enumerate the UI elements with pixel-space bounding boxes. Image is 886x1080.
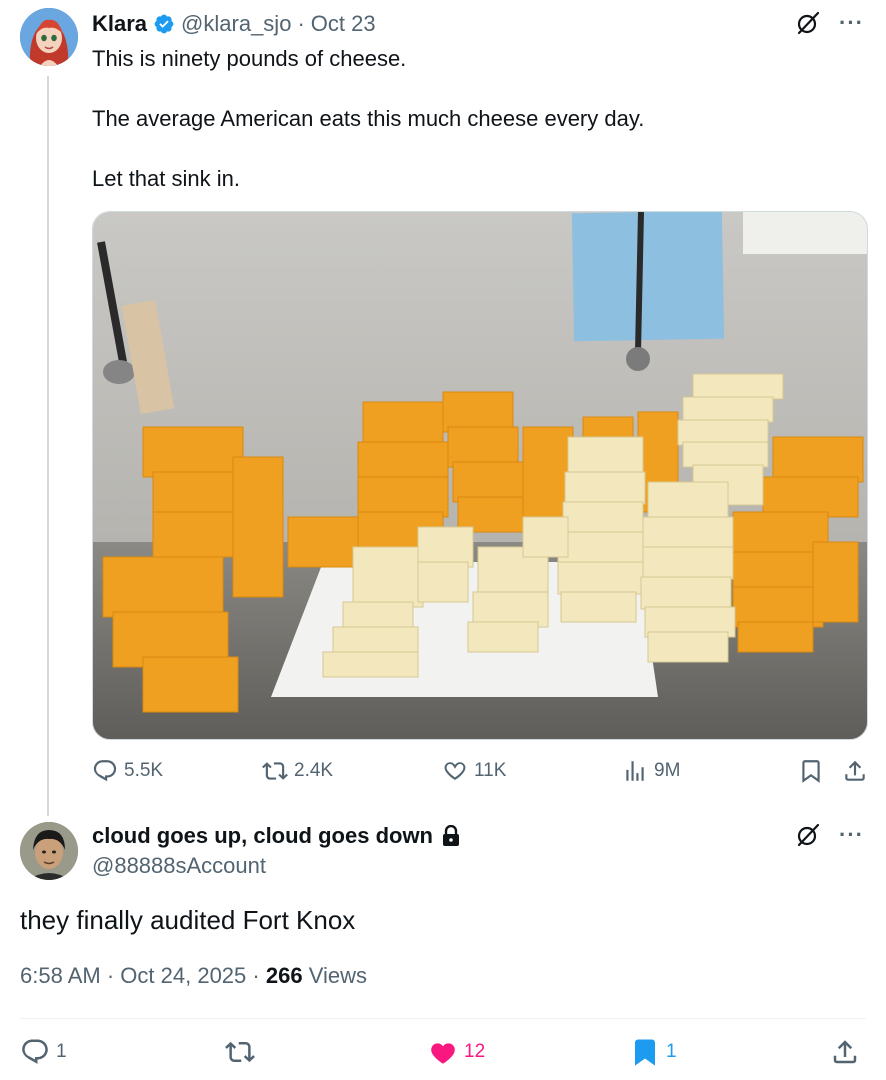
like-button[interactable]: 11K: [442, 758, 506, 784]
reply-text: they finally audited Fort Knox: [20, 905, 356, 935]
bookmark-button[interactable]: 1: [630, 1037, 677, 1067]
tweet-top-actions: ···: [795, 10, 864, 36]
lock-icon: [443, 825, 459, 846]
cheese-photo: [93, 212, 867, 739]
share-icon: [845, 760, 865, 781]
like-count: 12: [464, 1041, 486, 1062]
bookmark-button[interactable]: [798, 758, 824, 784]
repost-button[interactable]: 2.4K: [262, 758, 333, 784]
reply-author-avatar[interactable]: [20, 822, 78, 880]
bookmark-icon: [635, 1039, 655, 1066]
more-icon[interactable]: ···: [839, 10, 864, 36]
reply-icon: [22, 1039, 48, 1064]
reply-author-header: cloud goes up, cloud goes down: [92, 823, 461, 849]
reply-author-name[interactable]: cloud goes up, cloud goes down: [92, 823, 433, 849]
divider: [20, 1018, 866, 1019]
separator: ·: [106, 963, 115, 988]
like-icon: [431, 1043, 455, 1064]
more-icon[interactable]: ···: [839, 822, 864, 848]
tweet-line-3: Let that sink in.: [92, 166, 240, 191]
reply-meta: 6:58 AM · Oct 24, 2025 · 266 Views: [20, 963, 367, 989]
tweet-actions: 5.5K 2.4K 11K 9M: [92, 758, 868, 788]
reply-top-actions: ···: [795, 822, 864, 848]
reply-button[interactable]: 5.5K: [92, 758, 163, 784]
reply-icon: [93, 760, 117, 782]
author-name[interactable]: Klara: [92, 11, 147, 37]
repost-button[interactable]: [225, 1037, 255, 1067]
reply-button[interactable]: 1: [20, 1037, 67, 1067]
reply-actions: 1 12 1: [20, 1037, 866, 1069]
share-icon: [833, 1040, 857, 1064]
thread-line: [47, 76, 49, 816]
author-avatar[interactable]: [20, 8, 78, 66]
reply-time[interactable]: 6:58 AM: [20, 963, 101, 988]
share-button[interactable]: [830, 1037, 860, 1067]
separator: ·: [252, 963, 260, 988]
like-button[interactable]: 12: [428, 1037, 485, 1067]
tweet-line-2: The average American eats this much chee…: [92, 106, 645, 131]
views-icon: [626, 761, 644, 781]
bookmark-count: 1: [666, 1041, 677, 1062]
bookmark-icon: [802, 760, 820, 783]
share-button[interactable]: [842, 758, 868, 784]
separator: ·: [297, 11, 305, 36]
tweet-date[interactable]: Oct 23: [311, 11, 376, 37]
tweet-line-1: This is ninety pounds of cheese.: [92, 46, 407, 71]
tweet-header: Klara @klara_sjo · Oct 23: [92, 9, 376, 39]
views-count: 9M: [654, 760, 681, 781]
author-handle[interactable]: @klara_sjo: [181, 11, 291, 37]
like-icon: [444, 762, 466, 780]
repost-icon: [225, 1041, 255, 1063]
tweet-media-image[interactable]: [92, 211, 868, 740]
reply-views-count: 266: [265, 963, 303, 988]
reply-count: 1: [56, 1041, 67, 1062]
repost-count: 2.4K: [294, 760, 334, 781]
reply-author-handle[interactable]: @88888sAccount: [92, 853, 266, 879]
reply-views-label: Views: [308, 963, 367, 988]
views-button[interactable]: 9M: [622, 758, 680, 784]
verified-badge-icon: [154, 14, 174, 34]
reply-date[interactable]: Oct 24, 2025: [120, 963, 246, 988]
repost-icon: [262, 762, 288, 780]
grok-icon[interactable]: [795, 10, 821, 36]
reply-count: 5.5K: [124, 760, 164, 781]
grok-icon[interactable]: [795, 822, 821, 848]
like-count: 11K: [474, 760, 507, 781]
tweet-text: This is ninety pounds of cheese. The ave…: [92, 44, 644, 194]
